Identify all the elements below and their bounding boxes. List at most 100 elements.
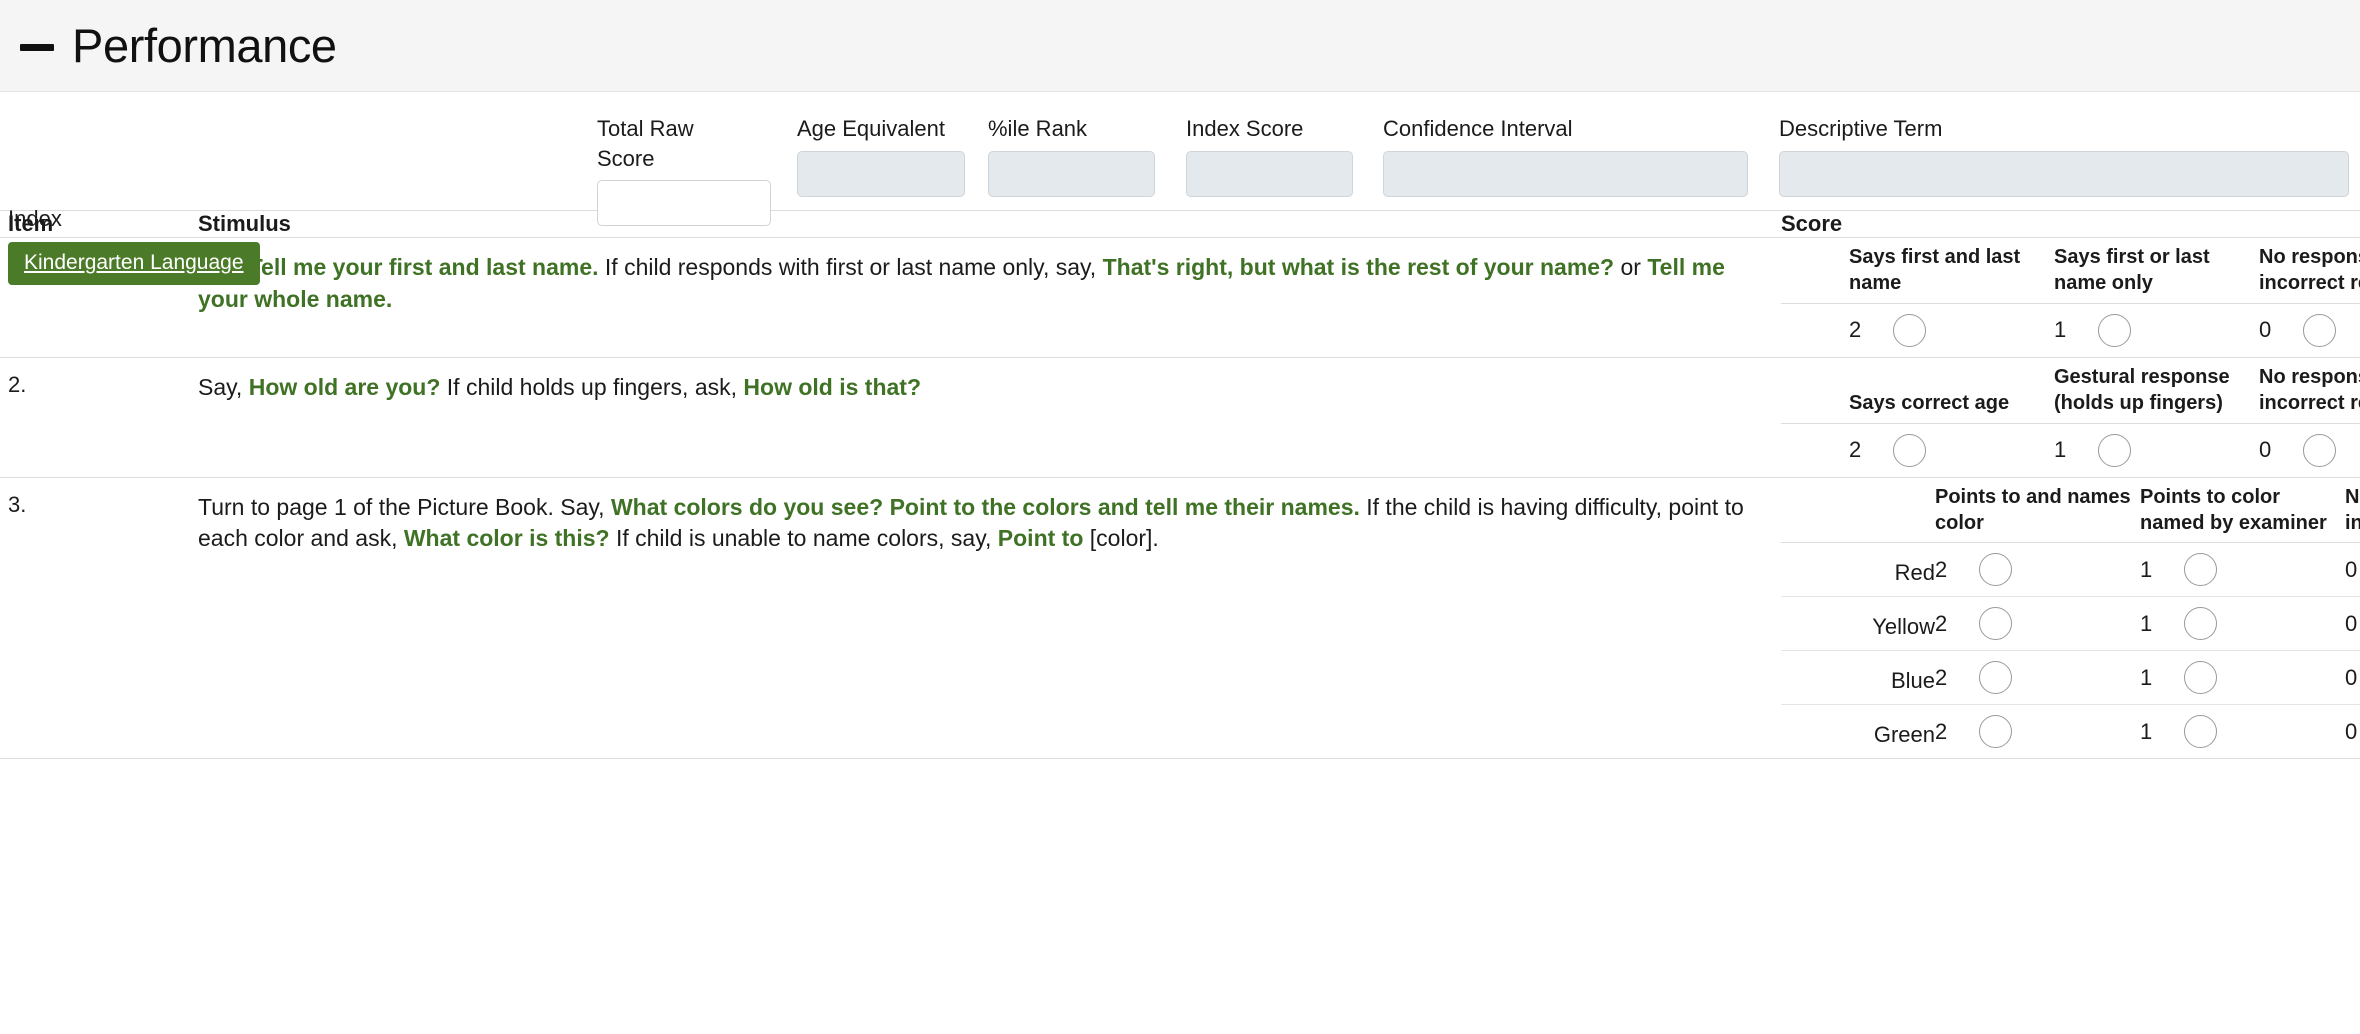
- score-radio-button[interactable]: [2184, 661, 2217, 694]
- score-option-cell: 2: [1935, 597, 2140, 651]
- stimulus-prompt-text: What color is this?: [404, 525, 610, 551]
- score-option-cell: 2: [1935, 651, 2140, 705]
- stimulus-prompt-text: Tell me your first and last name.: [249, 254, 599, 280]
- performance-section-header[interactable]: Performance: [0, 0, 2360, 92]
- score-option-cell: 1: [2140, 705, 2345, 759]
- stimulus-text: Say,: [198, 374, 249, 400]
- score-option-header: No response, incorrect response: [2259, 238, 2360, 303]
- stimulus-text: or: [1614, 254, 1647, 280]
- score-option-row: 2 10: [1781, 423, 2360, 477]
- item-stimulus: Turn to page 1 of the Picture Book. Say,…: [198, 477, 1781, 759]
- score-header-row: Says first and last nameSays first or la…: [1781, 238, 2360, 303]
- score-radio-button[interactable]: [1893, 314, 1926, 347]
- score-radio-button[interactable]: [2098, 434, 2131, 467]
- score-option-row: Red210: [1781, 543, 2360, 597]
- score-option-header: Says first and last name: [1849, 238, 2054, 303]
- page-title: Performance: [72, 22, 337, 69]
- stimulus-prompt-text: What colors do you see? Point to the col…: [611, 494, 1360, 520]
- total-raw-score-label: Total Raw Score: [597, 114, 771, 173]
- minus-icon[interactable]: [20, 44, 54, 51]
- confidence-interval-input: [1383, 151, 1748, 197]
- table-row: 2.Say, How old are you? If child holds u…: [0, 357, 2360, 477]
- score-row-label-empty: [1781, 423, 1849, 477]
- score-value: 1: [2140, 611, 2166, 637]
- index-score-input: [1186, 151, 1353, 197]
- score-value: 0: [2345, 557, 2360, 583]
- table-row: 3.Turn to page 1 of the Picture Book. Sa…: [0, 477, 2360, 759]
- score-value: 2: [1849, 437, 1875, 463]
- item-score-cell: Says first and last nameSays first or la…: [1781, 238, 2360, 358]
- confidence-interval-column: Confidence Interval: [1383, 114, 1748, 197]
- score-radio-button[interactable]: [1979, 607, 2012, 640]
- score-radio-button[interactable]: [2184, 553, 2217, 586]
- item-score-cell: Points to and names colorPoints to color…: [1781, 477, 2360, 759]
- age-equivalent-input: [797, 151, 965, 197]
- table-header-row: Item Stimulus Score: [0, 211, 2360, 238]
- score-options-table: Points to and names colorPoints to color…: [1781, 478, 2360, 759]
- score-row-label: Red: [1781, 543, 1935, 597]
- descriptive-term-column: Descriptive Term: [1779, 114, 2349, 197]
- score-value: 0: [2259, 437, 2285, 463]
- score-value: 2: [1935, 665, 1961, 691]
- score-radio-button[interactable]: [2184, 607, 2217, 640]
- score-value: 0: [2345, 611, 2360, 637]
- index-column: Index Kindergarten Language: [8, 242, 260, 285]
- index-score-label: Index Score: [1186, 114, 1353, 144]
- score-radio-button[interactable]: [1893, 434, 1926, 467]
- score-option-cell: 1: [2140, 597, 2345, 651]
- score-radio-button[interactable]: [1979, 553, 2012, 586]
- score-radio-button[interactable]: [2303, 434, 2336, 467]
- stimulus-text: If child is unable to name colors, say,: [610, 525, 998, 551]
- score-row-label: Yellow: [1781, 597, 1935, 651]
- score-row-label-spacer: [1781, 358, 1849, 423]
- score-radio-button[interactable]: [1979, 715, 2012, 748]
- score-value: 0: [2345, 719, 2360, 745]
- score-radio-button[interactable]: [2098, 314, 2131, 347]
- total-raw-score-input[interactable]: [597, 180, 771, 226]
- table-row: 1.Say, Tell me your first and last name.…: [0, 238, 2360, 358]
- index-label: Index: [8, 204, 62, 234]
- stimulus-text: If child holds up fingers, ask,: [440, 374, 743, 400]
- performance-items-table: Item Stimulus Score 1.Say, Tell me your …: [0, 210, 2360, 759]
- item-number: 2.: [0, 357, 198, 477]
- score-option-cell: 2: [1935, 705, 2140, 759]
- score-radio-button[interactable]: [1979, 661, 2012, 694]
- percentile-rank-label: %ile Rank: [988, 114, 1155, 144]
- percentile-rank-column: %ile Rank: [988, 114, 1155, 197]
- column-header-stimulus: Stimulus: [198, 211, 1781, 238]
- score-value: 2: [1935, 611, 1961, 637]
- index-kindergarten-language-button[interactable]: Kindergarten Language: [8, 242, 260, 285]
- item-stimulus: Say, Tell me your first and last name. I…: [198, 238, 1781, 358]
- score-option-cell: 1: [2054, 423, 2259, 477]
- score-row-label: Green: [1781, 705, 1935, 759]
- stimulus-prompt-text: How old is that?: [743, 374, 921, 400]
- age-equivalent-label: Age Equivalent: [797, 114, 965, 144]
- score-option-header: Gestural response (holds up fingers): [2054, 358, 2259, 423]
- index-summary-strip: Index Kindergarten Language Total Raw Sc…: [0, 92, 2360, 210]
- score-value: 2: [1935, 719, 1961, 745]
- age-equivalent-column: Age Equivalent: [797, 114, 965, 197]
- score-option-cell: 2: [1849, 423, 2054, 477]
- score-options-table: Says first and last nameSays first or la…: [1781, 238, 2360, 357]
- percentile-rank-input: [988, 151, 1155, 197]
- score-option-cell: 1: [2140, 651, 2345, 705]
- stimulus-prompt-text: That's right, but what is the rest of yo…: [1103, 254, 1615, 280]
- score-option-cell: 2: [1935, 543, 2140, 597]
- score-option-header: No response, incorrect response: [2259, 358, 2360, 423]
- score-option-cell: 0: [2259, 303, 2360, 357]
- score-option-row: 210: [1781, 303, 2360, 357]
- score-option-cell: 1: [2140, 543, 2345, 597]
- score-row-label-spacer: [1781, 238, 1849, 303]
- score-value: 1: [2140, 719, 2166, 745]
- index-score-column: Index Score: [1186, 114, 1353, 197]
- score-option-header: Points to and names color: [1935, 478, 2140, 543]
- score-value: 0: [2345, 665, 2360, 691]
- score-radio-button[interactable]: [2303, 314, 2336, 347]
- descriptive-term-label: Descriptive Term: [1779, 114, 2349, 144]
- score-option-cell: 0: [2345, 705, 2360, 759]
- score-radio-button[interactable]: [2184, 715, 2217, 748]
- score-header-row: Says correct ageGestural response (holds…: [1781, 358, 2360, 423]
- score-option-header: No response, incorrect response: [2345, 478, 2360, 543]
- confidence-interval-label: Confidence Interval: [1383, 114, 1748, 144]
- score-value: 1: [2140, 665, 2166, 691]
